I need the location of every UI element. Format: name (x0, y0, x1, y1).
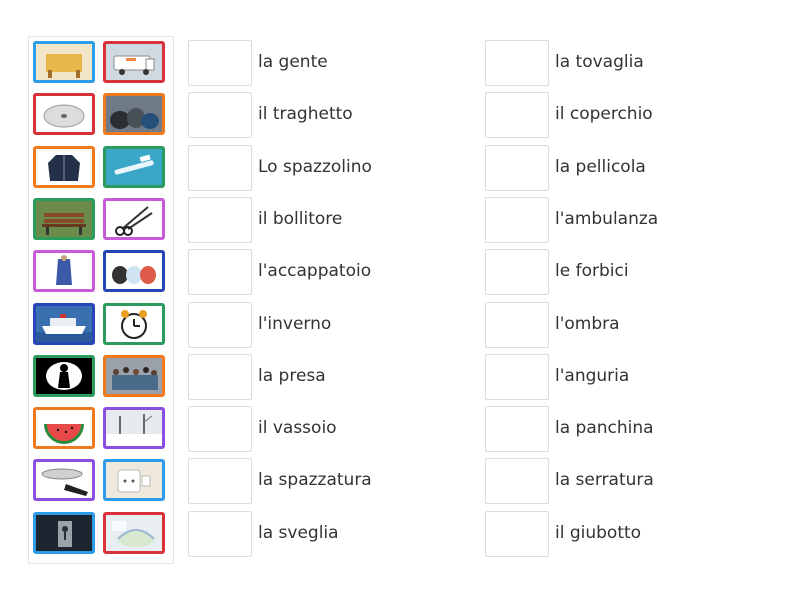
word-label: la panchina (555, 418, 654, 439)
drop-zone[interactable] (485, 144, 549, 191)
tablecloth-icon (46, 54, 82, 78)
word-label: l'anguria (555, 365, 630, 386)
image-tile[interactable] (103, 407, 165, 450)
word-label: l'ombra (555, 313, 620, 334)
image-tile[interactable] (33, 145, 95, 188)
drop-zone[interactable] (188, 249, 252, 296)
ambulance-icon (113, 55, 155, 75)
word-label: Lo spazzolino (258, 156, 372, 177)
drop-zone[interactable] (485, 92, 549, 139)
drop-zone[interactable] (188, 510, 252, 557)
door-lock-icon (58, 520, 72, 547)
drop-zone[interactable] (188, 40, 252, 86)
bathrobe-icon (56, 255, 72, 286)
image-tile[interactable] (103, 197, 165, 240)
image-tile[interactable] (103, 459, 165, 502)
image-tile[interactable] (33, 459, 95, 502)
word-label: l'ambulanza (555, 208, 659, 229)
image-tile[interactable] (33, 250, 95, 293)
alarm-clock-icon (121, 309, 147, 339)
image-tile[interactable] (103, 93, 165, 136)
garbage-bags-icon (110, 108, 159, 130)
power-socket-icon (117, 469, 151, 493)
drop-zone[interactable] (188, 301, 252, 348)
ferry-icon (36, 313, 92, 342)
drop-zone[interactable] (188, 144, 252, 191)
toothbrush-icon (114, 154, 154, 175)
drop-zone[interactable] (485, 196, 549, 243)
image-tile[interactable] (33, 41, 95, 83)
drop-zone[interactable] (188, 406, 252, 453)
image-tile[interactable] (33, 302, 95, 345)
drop-zone[interactable] (485, 406, 549, 453)
drop-zone[interactable] (485, 40, 549, 86)
park-bench-icon (42, 212, 86, 235)
image-tile[interactable] (103, 250, 165, 293)
word-label: la tovaglia (555, 52, 644, 72)
shadow-icon (46, 361, 82, 390)
drop-zone[interactable] (485, 249, 549, 296)
tray-icon (41, 468, 88, 497)
word-label: il bollitore (258, 208, 343, 229)
word-label: la presa (258, 365, 326, 386)
watermelon-icon (44, 424, 84, 445)
image-tile[interactable] (33, 197, 95, 240)
drop-zone[interactable] (485, 353, 549, 400)
image-tile[interactable] (103, 145, 165, 188)
pot-lid-icon (43, 104, 85, 128)
image-tile[interactable] (103, 41, 165, 83)
drop-zone[interactable] (188, 353, 252, 400)
word-label: le forbici (555, 261, 629, 282)
word-label: l'accappatoio (258, 261, 372, 282)
drop-zone[interactable] (485, 458, 549, 505)
scissors-icon (115, 206, 153, 236)
word-label: l'inverno (258, 313, 332, 334)
drop-zone[interactable] (188, 196, 252, 243)
image-tray (28, 36, 174, 564)
drop-zone[interactable] (188, 92, 252, 139)
word-label: la pellicola (555, 156, 646, 177)
cling-film-icon (112, 520, 155, 547)
image-tile[interactable] (33, 511, 95, 554)
drop-zone[interactable] (188, 458, 252, 505)
word-label: il coperchio (555, 104, 653, 125)
winter-icon (106, 414, 162, 447)
image-tile[interactable] (103, 302, 165, 345)
drop-zone[interactable] (485, 510, 549, 557)
word-label: la spazzatura (258, 470, 372, 491)
word-label: il vassoio (258, 418, 337, 439)
image-tile[interactable] (33, 93, 95, 136)
image-tile[interactable] (103, 511, 165, 554)
drop-zone[interactable] (485, 301, 549, 348)
word-label: la serratura (555, 470, 654, 491)
word-label: la gente (258, 52, 328, 72)
image-tile[interactable] (33, 354, 95, 397)
word-label: il giubotto (555, 522, 642, 543)
image-tile[interactable] (33, 407, 95, 450)
image-tile[interactable] (103, 354, 165, 397)
word-label: la sveglia (258, 522, 339, 543)
crowd-icon (112, 366, 158, 390)
jacket-icon (48, 154, 80, 181)
kettles-icon (112, 266, 156, 285)
word-label: il traghetto (258, 104, 353, 125)
